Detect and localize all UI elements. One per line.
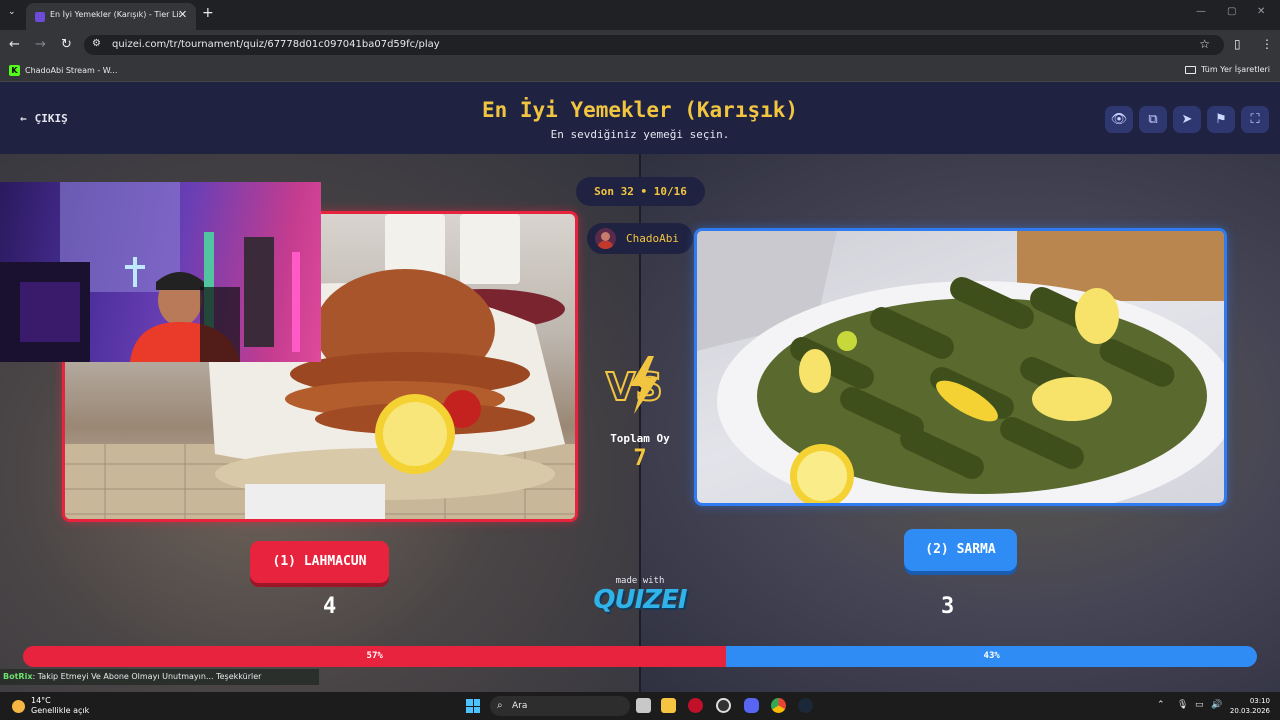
- volume-icon[interactable]: 🔊: [1211, 700, 1222, 710]
- forward-icon[interactable]: →: [35, 37, 46, 52]
- kick-logo-icon: K: [9, 65, 20, 76]
- vs-bolt-icon: VS: [605, 356, 664, 414]
- left-percent-segment: 57%: [23, 646, 727, 667]
- folder-icon: [1184, 65, 1196, 74]
- address-bar[interactable]: ⚙ quizei.com/tr/tournament/quiz/67778d01…: [84, 35, 1224, 55]
- fullscreen-icon[interactable]: ⛶: [1241, 106, 1269, 133]
- browser-tab-strip: ⌄ En İyi Yemekler (Karışık) - Tier List …: [0, 0, 1280, 30]
- maximize-icon[interactable]: ▢: [1227, 6, 1236, 17]
- system-clock[interactable]: 03:10 20.03.2026: [1230, 696, 1270, 716]
- page-subtitle: En sevdiğiniz yemeği seçin.: [550, 128, 730, 141]
- back-icon[interactable]: ←: [9, 37, 20, 52]
- choose-sarma-button[interactable]: (2) SARMA: [904, 529, 1017, 571]
- clock-date: 20.03.2026: [1229, 707, 1270, 715]
- bookmarks-bar: K ChadoAbi Stream - W... Tüm Yer İşaretl…: [0, 60, 1280, 82]
- svg-text:VS: VS: [606, 365, 663, 409]
- search-placeholder: Ara: [512, 701, 528, 711]
- vote-distribution-bar: 57% 43%: [23, 646, 1257, 667]
- app-icon[interactable]: [716, 698, 731, 713]
- browser-tab[interactable]: En İyi Yemekler (Karışık) - Tier List Ma…: [26, 3, 196, 30]
- discord-icon[interactable]: [744, 698, 759, 713]
- total-votes-value: 7: [633, 446, 647, 471]
- windows-start-icon[interactable]: [466, 699, 480, 713]
- quizei-logo[interactable]: QUIZEI: [560, 585, 720, 615]
- bookmark-item[interactable]: K ChadoAbi Stream - W...: [9, 65, 117, 76]
- bookmark-star-icon[interactable]: ☆: [1199, 37, 1210, 51]
- network-icon[interactable]: ▭: [1195, 700, 1204, 710]
- bookmark-label: ChadoAbi Stream - W...: [25, 66, 118, 75]
- quiz-header: ← ÇIKIŞ En İyi Yemekler (Karışık) En sev…: [0, 82, 1280, 154]
- flag-icon[interactable]: ⚑: [1207, 106, 1235, 133]
- ticker-message: : Takip Etmeyi Ve Abone Olmayı Unutmayın…: [32, 672, 262, 681]
- all-bookmarks-button[interactable]: Tüm Yer İşaretleri: [1184, 65, 1270, 74]
- user-pill: ChadoAbi: [587, 223, 693, 254]
- username: ChadoAbi: [626, 232, 679, 245]
- choose-lahmacun-button[interactable]: (1) LAHMACUN: [250, 541, 389, 583]
- reload-icon[interactable]: ↻: [61, 37, 72, 52]
- tab-title: En İyi Yemekler (Karışık) - Tier List Ma…: [50, 10, 180, 19]
- page-title: En İyi Yemekler (Karışık): [481, 98, 799, 122]
- chrome-icon[interactable]: [771, 698, 786, 713]
- sarma-image: [697, 231, 1224, 503]
- ticker-user: BotRix: [3, 672, 33, 681]
- window-close-icon[interactable]: ✕: [1257, 6, 1265, 17]
- right-option-card[interactable]: [694, 228, 1227, 506]
- weather-temperature: 14°C: [31, 696, 51, 705]
- avatar: [595, 228, 616, 249]
- round-badge: Son 32 • 10/16: [576, 177, 705, 206]
- browser-menu-icon[interactable]: ⋮: [1261, 37, 1273, 51]
- new-tab-button[interactable]: +: [202, 5, 214, 21]
- total-votes-label: Toplam Oy: [610, 432, 670, 445]
- steam-icon[interactable]: [798, 698, 813, 713]
- tray-chevron-icon[interactable]: ⌃: [1157, 700, 1165, 710]
- search-icon: ⌕: [497, 700, 503, 711]
- url-text: quizei.com/tr/tournament/quiz/67778d01c0…: [112, 39, 440, 50]
- task-view-icon[interactable]: [636, 698, 651, 713]
- streamer-webcam-overlay: [0, 182, 321, 362]
- windows-taskbar: 14°C Genellikle açık ⌕ Ara ⌃ 🎙 ▭ 🔊 03:10 …: [0, 692, 1280, 720]
- file-explorer-icon[interactable]: [661, 698, 676, 713]
- send-icon[interactable]: ➤: [1173, 106, 1201, 133]
- all-bookmarks-label: Tüm Yer İşaretleri: [1200, 65, 1270, 74]
- extension-icon[interactable]: ▯: [1234, 37, 1241, 51]
- chat-ticker: BotRix: Takip Etmeyi Ve Abone Olmayı Unu…: [0, 669, 319, 685]
- opera-icon[interactable]: [688, 698, 703, 713]
- weather-condition: Genellikle açık: [31, 706, 90, 715]
- microphone-icon[interactable]: 🎙: [1177, 700, 1188, 710]
- site-info-icon[interactable]: ⚙: [92, 38, 101, 49]
- tab-search-icon[interactable]: ⌄: [8, 7, 16, 17]
- tab-close-icon[interactable]: ✕: [178, 8, 187, 21]
- minimize-icon[interactable]: —: [1196, 6, 1206, 17]
- right-percent-segment: 43%: [726, 646, 1257, 667]
- weather-sun-icon: [12, 699, 25, 713]
- taskbar-search[interactable]: ⌕ Ara: [490, 696, 630, 716]
- quiz-page: ← ÇIKIŞ En İyi Yemekler (Karışık) En sev…: [0, 82, 1280, 692]
- tab-favicon-icon: [35, 12, 45, 22]
- copy-icon[interactable]: ⧉: [1139, 106, 1167, 133]
- eye-icon[interactable]: 👁: [1105, 106, 1133, 133]
- left-vote-count: 4: [323, 594, 337, 619]
- weather-widget[interactable]: 14°C Genellikle açık: [12, 696, 89, 716]
- clock-time: 03:10: [1249, 697, 1270, 705]
- right-vote-count: 3: [941, 594, 955, 619]
